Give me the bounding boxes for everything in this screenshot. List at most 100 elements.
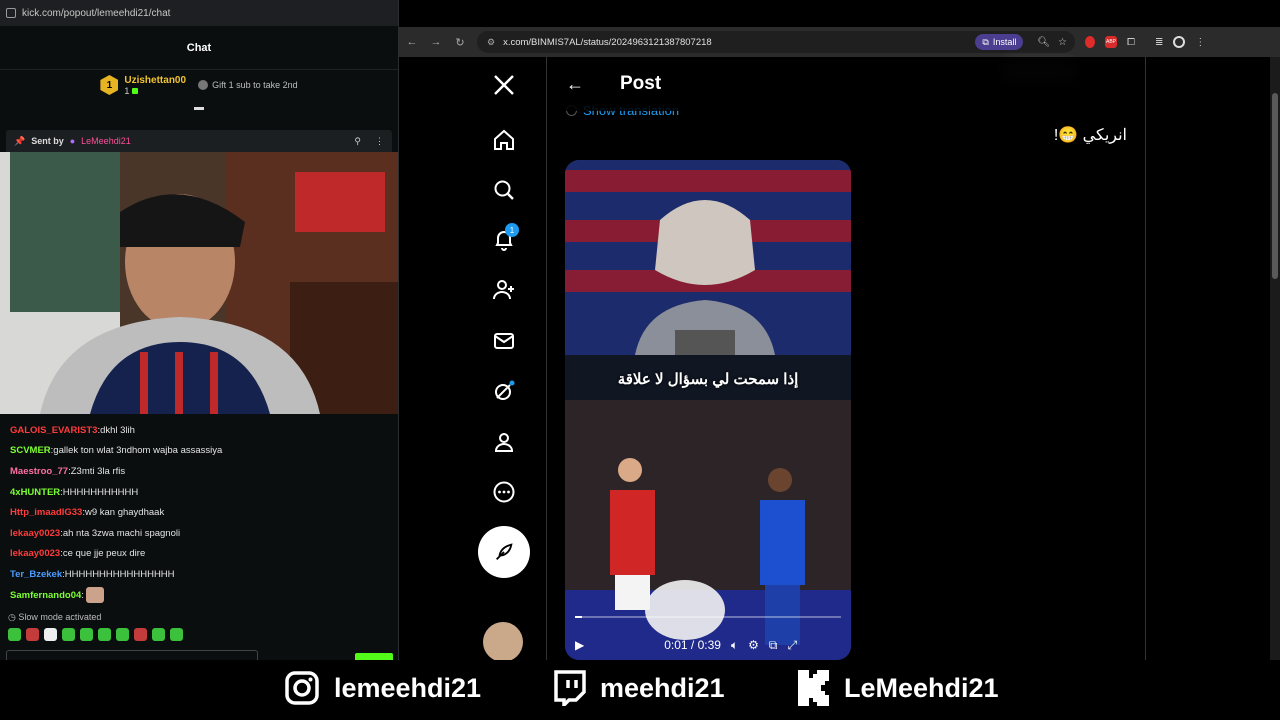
page-scrollbar[interactable] [1270,57,1280,660]
grok-icon[interactable] [491,378,517,404]
pinned-sender[interactable]: LeMeehdi21 [81,136,131,146]
site-settings-icon[interactable] [6,8,16,18]
follow-user-icon[interactable] [491,277,517,303]
send-button[interactable] [355,653,393,660]
instagram-handle-text: lemeehdi21 [334,672,482,703]
chat-username[interactable]: Ter_Bzekek [10,569,62,580]
collapse-icon[interactable]: ▬ [0,100,398,114]
emote-bar [8,628,183,641]
chat-text: gallek ton wlat 3ndhom wajba assassiya [53,445,223,457]
forward-arrow-icon[interactable]: → [429,36,443,48]
chat-username[interactable]: GALOIS_EVARIST3 [10,425,97,436]
back-arrow-icon[interactable]: ← [405,36,419,48]
extensions-puzzle-icon[interactable]: ⧠ [1127,37,1135,48]
chat-header: Chat [0,26,398,70]
install-icon: ⧉ [982,36,989,47]
x-page: 1 ← Post انريكي 😁! إذا سمحت لي بسؤال لا … [399,57,1280,662]
chat-username[interactable]: lekaay0023 [10,528,60,539]
address-url: x.com/BINMIS7AL/status/20249631213878072… [503,36,712,48]
user-badge-icon: ● [69,136,76,146]
browser-menu-icon[interactable]: ⋮ [1195,37,1205,48]
kick-url-text: kick.com/popout/lemeehdi21/chat [22,7,171,19]
top-gifter-name[interactable]: Uzishettan00 [124,75,186,86]
fullscreen-icon[interactable]: ⤢ [788,638,798,653]
chat-username[interactable]: Http_imaadIG33 [10,507,82,518]
webcam-overlay [0,152,398,414]
scrollbar-thumb[interactable] [1272,93,1278,279]
chat-text: HHHHHHHHHHHHHHHH [64,568,175,580]
chat-text: HHHHHHHHHHH [62,486,139,498]
site-info-icon[interactable]: ⚙ [487,37,495,48]
chat-username[interactable]: lekaay0023 [10,548,60,559]
video-progress-bar[interactable] [575,616,841,618]
emote-icon[interactable] [98,628,111,641]
compose-post-button[interactable] [478,526,530,578]
home-icon[interactable] [491,127,517,153]
search-icon[interactable] [491,177,517,203]
video-time: 0:01 / 0:39 [664,638,721,652]
emote-icon[interactable] [80,628,93,641]
emote-icon[interactable] [62,628,75,641]
chat-username[interactable]: SCVMER [10,445,51,456]
chat-message-list: GALOIS_EVARIST3: dkhl 3lih SCVMER: gallek… [0,420,398,605]
gift-icon [198,80,209,90]
install-app-button[interactable]: ⧉ Install [975,34,1024,50]
chat-username[interactable]: Samfernando04 [10,590,81,601]
pinned-sent-label: Sent by [31,136,64,146]
match-scene [565,400,851,660]
profile-icon[interactable] [1173,36,1186,48]
volume-icon[interactable]: 🔈︎ [731,638,738,653]
pin-icon[interactable]: ⚲ [354,136,361,147]
account-avatar[interactable] [483,622,523,662]
zoom-icon[interactable]: 🔍︎ [1037,37,1050,48]
chat-message: lekaay0023: ah nta 3zwa machi spagnoli [10,523,388,544]
video-press-backdrop [565,160,851,355]
emote-icon[interactable] [152,628,165,641]
chat-message: lekaay0023: ce que jje peux dire [10,544,388,565]
reload-icon[interactable]: ↻ [453,36,467,49]
more-menu-icon[interactable] [491,479,517,505]
chat-text: dkhl 3lih [100,424,135,436]
install-label: Install [992,37,1017,47]
slow-mode-text: Slow mode activated [18,612,102,622]
social-handles-bar: lemeehdi21 meehdi21 LeMeehdi21 [0,660,1280,720]
extension-icon[interactable] [1085,36,1095,48]
profile-icon[interactable] [491,429,517,455]
post-header: ← Post [548,57,1145,111]
chat-input[interactable] [6,650,258,660]
pin-small-icon: 📌 [14,135,26,146]
bookmark-star-icon[interactable]: ☆ [1058,37,1067,48]
x-left-nav: 1 [399,57,547,662]
gift-prompt[interactable]: Gift 1 sub to take 2nd [198,80,298,90]
emote-icon[interactable] [8,628,21,641]
address-bar[interactable]: ⚙ x.com/BINMIS7AL/status/202496312138780… [477,31,1075,53]
back-arrow-icon[interactable]: ← [566,74,586,95]
top-gifter-bar: 1 Uzishettan00 1 Gift 1 sub to take 2nd [0,70,398,100]
video-progress-fill [575,616,582,618]
reading-list-icon[interactable]: ≣ [1155,37,1163,48]
picture-in-picture-icon[interactable]: ⧉ [769,638,778,653]
kick-url-bar[interactable]: kick.com/popout/lemeehdi21/chat [0,0,398,26]
emote-icon[interactable] [116,628,129,641]
adblock-icon[interactable]: ABP [1105,36,1117,48]
emote-icon[interactable] [134,628,147,641]
emote-icon[interactable] [26,628,39,641]
more-options-icon[interactable]: ⋮ [375,136,384,147]
play-icon[interactable]: ▶ [575,638,584,652]
webcam-scene [0,152,398,414]
chat-message: Http_imaadIG33: w9 kan ghaydhaak [10,502,388,523]
emote-icon[interactable] [44,628,57,641]
settings-gear-icon[interactable]: ⚙ [748,638,759,652]
chat-message: 4xHUNTER: HHHHHHHHHHH [10,482,388,503]
chat-username[interactable]: Maestroo_77 [10,466,68,477]
emote-icon[interactable] [170,628,183,641]
chat-message: SCVMER: gallek ton wlat 3ndhom wajba ass… [10,441,388,462]
rank-medal-icon: 1 [100,75,119,95]
chat-username[interactable]: 4xHUNTER [10,487,60,498]
x-logo-icon[interactable] [491,72,517,98]
chat-message: Maestroo_77: Z3mti 3la rfis [10,461,388,482]
messages-icon[interactable] [491,328,517,354]
kick-icon [798,670,829,706]
post-title: Post [620,73,662,94]
video-player[interactable]: إذا سمحت لي بسؤال لا علاقة ▶ 0:01 / 0:39… [565,160,851,660]
